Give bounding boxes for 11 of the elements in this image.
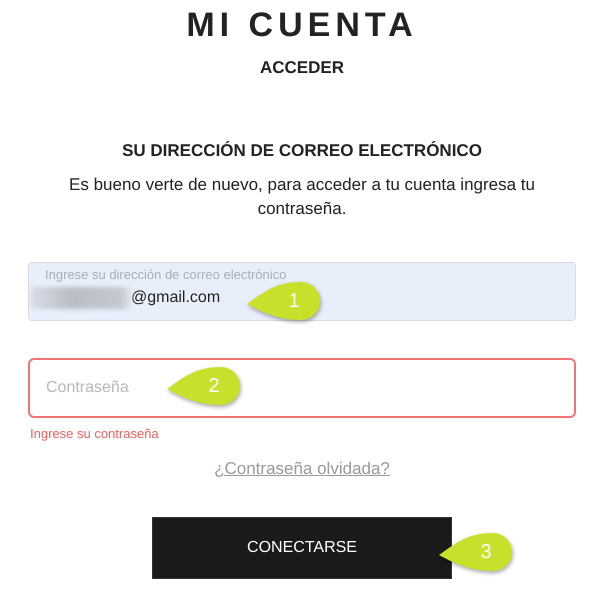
- field-label: Ingrese su dirección de correo electrónico: [45, 267, 286, 283]
- section-heading: SU DIRECCIÓN DE CORREO ELECTRÓNICO: [122, 141, 482, 161]
- submit-button[interactable]: CONECTARSE: [152, 517, 452, 579]
- page-subtitle: ACCEDER: [260, 58, 344, 78]
- page-title: MI CUENTA: [186, 5, 418, 46]
- error-message: Ingrese su contraseña: [30, 426, 159, 442]
- field-value: @gmail.com: [131, 288, 220, 308]
- step-callout: 1: [245, 281, 321, 321]
- intro-text: Es bueno verte de nuevo, para acceder a tu cuenta ingresa tu contraseña.: [68, 174, 536, 220]
- step-callout: 3: [437, 532, 513, 572]
- step-callout: 2: [165, 366, 241, 406]
